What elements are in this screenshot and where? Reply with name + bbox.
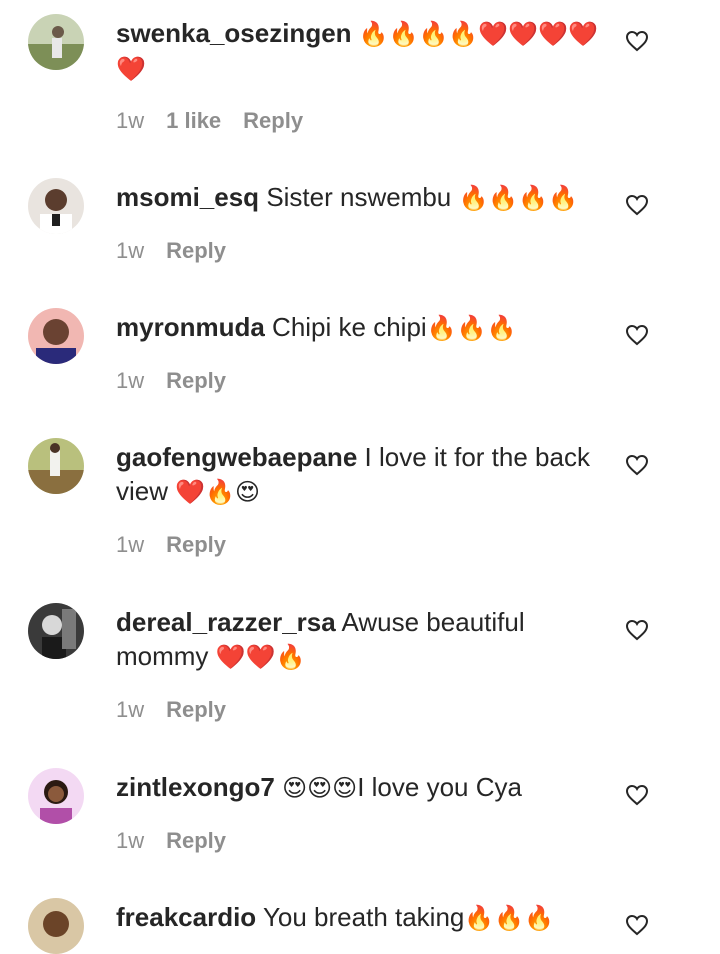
comment-content: Chipi ke chipi (272, 312, 427, 342)
avatar-image (28, 768, 84, 824)
comment-text: dereal_razzer_rsa Awuse beautiful mommy … (116, 605, 611, 674)
heart-icon[interactable] (625, 454, 649, 476)
avatar[interactable] (28, 898, 84, 954)
avatar-image (28, 603, 84, 659)
comment-text: myronmuda Chipi ke chipi🔥🔥🔥 (116, 310, 611, 345)
reply-button[interactable]: Reply (243, 108, 303, 134)
heart-icon[interactable] (625, 914, 649, 936)
comment-emoji: 🔥🔥🔥🔥 (458, 184, 579, 212)
comment-meta: 1w Reply (116, 826, 226, 856)
comment-body: swenka_osezingen 🔥🔥🔥🔥❤️❤️❤️❤️❤️ 1w 1 lik… (116, 14, 611, 133)
username[interactable]: myronmuda (116, 312, 265, 342)
timestamp: 1w (116, 697, 145, 722)
username[interactable]: dereal_razzer_rsa (116, 607, 336, 637)
heart-icon[interactable] (625, 30, 649, 52)
timestamp: 1w (116, 532, 145, 557)
avatar-image (28, 438, 84, 494)
avatar-image (28, 178, 84, 234)
comment-content: I love you Cya (357, 772, 522, 802)
comment-content: Sister nswembu (266, 182, 452, 212)
avatar[interactable] (28, 768, 84, 824)
username[interactable]: gaofengwebaepane (116, 442, 357, 472)
heart-icon[interactable] (625, 194, 649, 216)
comment-emoji: ❤️🔥😍 (175, 478, 261, 506)
comment-meta: 1w 1 like Reply (116, 106, 303, 136)
avatar[interactable] (28, 438, 84, 494)
timestamp: 1w (116, 828, 145, 853)
avatar[interactable] (28, 14, 84, 70)
reply-button[interactable]: Reply (166, 368, 226, 394)
reply-button[interactable]: Reply (166, 697, 226, 723)
username[interactable]: zintlexongo7 (116, 772, 275, 802)
comment-text: gaofengwebaepane I love it for the back … (116, 440, 611, 509)
comment-emoji: 🔥🔥🔥 (464, 904, 555, 932)
likes-count[interactable]: 1 like (166, 108, 221, 134)
comment-body: myronmuda Chipi ke chipi🔥🔥🔥 1w Reply (116, 308, 611, 393)
comment-meta: 1w Reply (116, 695, 226, 725)
comment-emoji: ❤️❤️🔥 (215, 643, 306, 671)
comment-body: zintlexongo7 😍😍😍I love you Cya 1w Reply (116, 768, 611, 853)
comment-emoji: 🔥🔥🔥 (426, 314, 517, 342)
comment-content: You breath taking (262, 902, 465, 932)
comment-meta: 1w Reply (116, 530, 226, 560)
comment-emoji: 😍😍😍 (282, 774, 358, 802)
heart-icon[interactable] (625, 324, 649, 346)
avatar[interactable] (28, 308, 84, 364)
avatar-image (28, 898, 84, 954)
avatar[interactable] (28, 178, 84, 234)
username[interactable]: msomi_esq (116, 182, 259, 212)
comment-meta: 1w Reply (116, 236, 226, 266)
timestamp: 1w (116, 238, 145, 263)
username[interactable]: swenka_osezingen (116, 18, 352, 48)
timestamp: 1w (116, 368, 145, 393)
heart-icon[interactable] (625, 619, 649, 641)
avatar[interactable] (28, 603, 84, 659)
comment-body: msomi_esq Sister nswembu 🔥🔥🔥🔥 1w Reply (116, 178, 611, 263)
comment-text: swenka_osezingen 🔥🔥🔥🔥❤️❤️❤️❤️❤️ (116, 16, 611, 86)
timestamp: 1w (116, 108, 145, 133)
username[interactable]: freakcardio (116, 902, 256, 932)
comment-meta: 1w Reply (116, 366, 226, 396)
avatar-image (28, 14, 84, 70)
reply-button[interactable]: Reply (166, 828, 226, 854)
comment-body: dereal_razzer_rsa Awuse beautiful mommy … (116, 603, 611, 722)
comment-text: msomi_esq Sister nswembu 🔥🔥🔥🔥 (116, 180, 611, 215)
comment-text: freakcardio You breath taking🔥🔥🔥 (116, 900, 611, 935)
comment-body: freakcardio You breath taking🔥🔥🔥 (116, 898, 611, 935)
reply-button[interactable]: Reply (166, 238, 226, 264)
heart-icon[interactable] (625, 784, 649, 806)
comment-text: zintlexongo7 😍😍😍I love you Cya (116, 770, 611, 805)
avatar-image (28, 308, 84, 364)
reply-button[interactable]: Reply (166, 532, 226, 558)
comment-body: gaofengwebaepane I love it for the back … (116, 438, 611, 557)
